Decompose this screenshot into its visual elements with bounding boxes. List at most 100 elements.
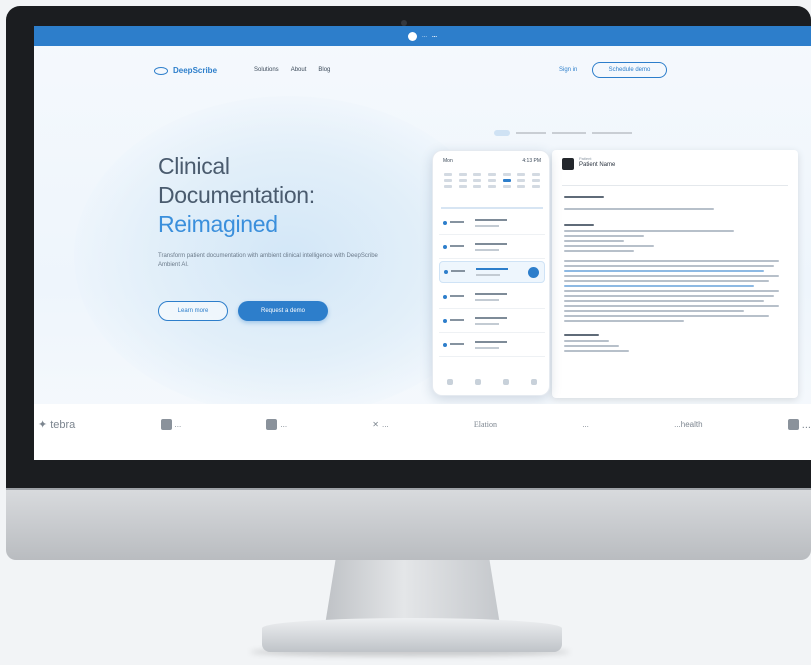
notes-icon[interactable] (503, 379, 509, 385)
note-line (564, 320, 684, 322)
note-line (564, 305, 779, 307)
note-line (564, 196, 604, 198)
partner-logo-text: ... (174, 420, 182, 429)
calendar-icon[interactable] (475, 379, 481, 385)
learn-more-button[interactable]: Learn more (158, 301, 228, 321)
note-toolbar (562, 178, 788, 186)
request-demo-button[interactable]: Request a demo (238, 301, 328, 321)
status-dot-icon (444, 270, 448, 274)
note-line (564, 260, 779, 262)
info-icon (407, 31, 417, 41)
calendar-day[interactable] (517, 173, 526, 176)
calendar-day[interactable] (531, 179, 540, 182)
calendar-day[interactable] (502, 173, 511, 176)
calendar-day[interactable] (473, 173, 482, 176)
appointment-item[interactable] (439, 311, 545, 333)
partner-logo-text: Elation (473, 420, 497, 429)
note-line (564, 230, 734, 232)
partner-logo: ✕... (372, 420, 388, 429)
appointment-time (450, 221, 464, 223)
hero-title-line2: Documentation: (158, 182, 315, 208)
note-line (564, 315, 769, 317)
calendar-day[interactable] (502, 185, 511, 188)
leaf-icon: ✦ (38, 419, 48, 431)
top-nav: DeepScribe Solutions About Blog Sign in … (34, 62, 811, 82)
avatar (562, 158, 574, 170)
note-line (564, 265, 774, 267)
calendar-day[interactable] (517, 179, 526, 182)
appointment-time (450, 343, 464, 345)
calendar-day[interactable] (517, 185, 526, 188)
appointment-item[interactable] (439, 335, 545, 357)
note-line (564, 240, 624, 242)
calendar-grid (441, 173, 543, 188)
hero-title-line1: Clinical (158, 153, 230, 179)
banner-link[interactable]: ... (432, 33, 437, 39)
calendar-day[interactable] (458, 173, 467, 176)
calendar-day[interactable] (531, 185, 540, 188)
partner-logo: ... (160, 419, 182, 430)
calendar-day[interactable] (444, 179, 453, 182)
partner-logos: ✦ tebra ... ... ✕... Elation ... ...healt… (34, 418, 811, 432)
calendar-day[interactable] (487, 173, 496, 176)
brand-logo[interactable]: DeepScribe (154, 66, 217, 75)
calendar-day[interactable] (473, 185, 482, 188)
home-icon[interactable] (447, 379, 453, 385)
appointment-item[interactable] (439, 287, 545, 309)
calendar-day[interactable] (531, 173, 540, 176)
appointment-detail (475, 299, 499, 301)
calendar-day[interactable] (458, 185, 467, 188)
appointment-detail (475, 347, 499, 349)
appointment-item[interactable] (439, 237, 545, 259)
partner-logo-text: ... (801, 418, 811, 431)
calendar-day[interactable] (487, 179, 496, 182)
calendar-day[interactable] (458, 179, 467, 182)
note-line (564, 334, 599, 336)
hero-subtitle: Transform patient documentation with amb… (158, 253, 378, 268)
calendar-day[interactable] (444, 173, 453, 176)
tab-bar (592, 132, 632, 134)
sign-in-link[interactable]: Sign in (559, 67, 577, 73)
appointment-time (450, 295, 464, 297)
status-dot-icon (443, 221, 447, 225)
nav-item-solutions[interactable]: Solutions (254, 67, 279, 73)
nav-item-blog[interactable]: Blog (318, 67, 330, 73)
clinical-note-panel: Patient Patient Name (552, 150, 798, 398)
record-icon[interactable] (528, 267, 539, 278)
appointment-name (475, 341, 507, 343)
partner-logos-strip: ✦ tebra ... ... ✕... Elation ... ...healt… (34, 404, 811, 460)
hero-buttons: Learn more Request a demo (158, 301, 328, 321)
note-line (564, 224, 594, 226)
hero-title-accent: Reimagined (158, 211, 278, 237)
announcement-banner[interactable]: ... ... (34, 26, 811, 46)
appointment-time (451, 270, 465, 272)
appointment-item-active[interactable] (439, 261, 545, 283)
partner-logo: ... (266, 419, 287, 430)
date-divider (441, 207, 543, 209)
status-dot-icon (443, 343, 447, 347)
tab-pill (494, 130, 510, 136)
phone-day: Mon (443, 158, 453, 164)
calendar-day[interactable] (444, 185, 453, 188)
partner-logo: ...health (674, 420, 702, 429)
doc-tabs (494, 130, 632, 136)
note-line (564, 235, 644, 237)
banner-text: ... (421, 33, 427, 39)
status-dot-icon (443, 319, 447, 323)
calendar-day-selected[interactable] (502, 179, 511, 182)
tab-bar (516, 132, 546, 134)
note-line (564, 310, 744, 312)
schedule-demo-button[interactable]: Schedule demo (592, 62, 667, 78)
calendar-day[interactable] (473, 179, 482, 182)
note-line (564, 300, 764, 302)
partner-logo-text: tebra (50, 418, 76, 431)
nav-item-about[interactable]: About (291, 67, 307, 73)
settings-icon[interactable] (531, 379, 537, 385)
calendar-day[interactable] (487, 185, 496, 188)
note-line (564, 345, 619, 347)
phone-status-bar: Mon 4:13 PM (443, 158, 541, 164)
tab-bar (552, 132, 586, 134)
appointment-item[interactable] (439, 213, 545, 235)
monitor-stand-foot (262, 618, 562, 652)
appointment-detail (475, 323, 499, 325)
